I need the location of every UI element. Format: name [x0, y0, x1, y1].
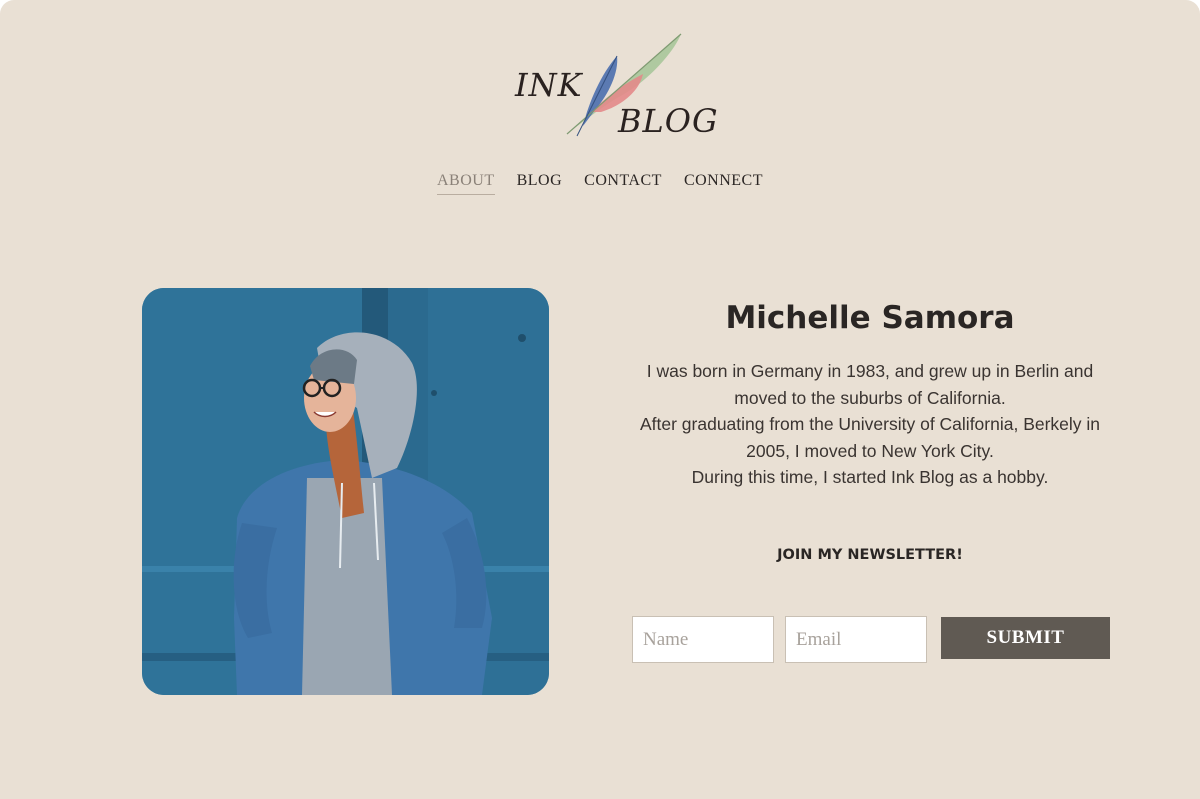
about-page: INK BLOG ABOUT BLOG CONTACT CONNECT Mich…: [0, 0, 1200, 799]
profile-bio: I was born in Germany in 1983, and grew …: [620, 358, 1120, 491]
newsletter-heading: JOIN MY NEWSLETTER!: [777, 547, 963, 563]
logo-text-blog: BLOG: [618, 102, 719, 140]
bio-line: 2005, I moved to New York City.: [746, 440, 994, 461]
submit-button[interactable]: SUBMIT: [941, 617, 1110, 659]
name-input[interactable]: [632, 616, 774, 663]
profile-name: Michelle Samora: [725, 300, 1015, 336]
bio-line: During this time, I started Ink Blog as …: [691, 467, 1049, 487]
main-nav: ABOUT BLOG CONTACT CONNECT: [0, 172, 1200, 195]
email-input[interactable]: [785, 616, 927, 663]
ink-blog-logo[interactable]: INK BLOG: [505, 26, 718, 146]
nav-item-about[interactable]: ABOUT: [436, 172, 495, 195]
nav-item-blog[interactable]: BLOG: [517, 172, 563, 195]
bio-line: moved to the suburbs of California.: [734, 387, 1006, 408]
bio-line: I was born in Germany in 1983, and grew …: [646, 361, 1094, 381]
nav-item-contact[interactable]: CONTACT: [584, 172, 662, 195]
bio-line: After graduating from the University of …: [639, 414, 1101, 434]
logo-text-ink: INK: [515, 66, 583, 104]
nav-item-connect[interactable]: CONNECT: [684, 172, 763, 195]
profile-photo: [142, 288, 549, 695]
